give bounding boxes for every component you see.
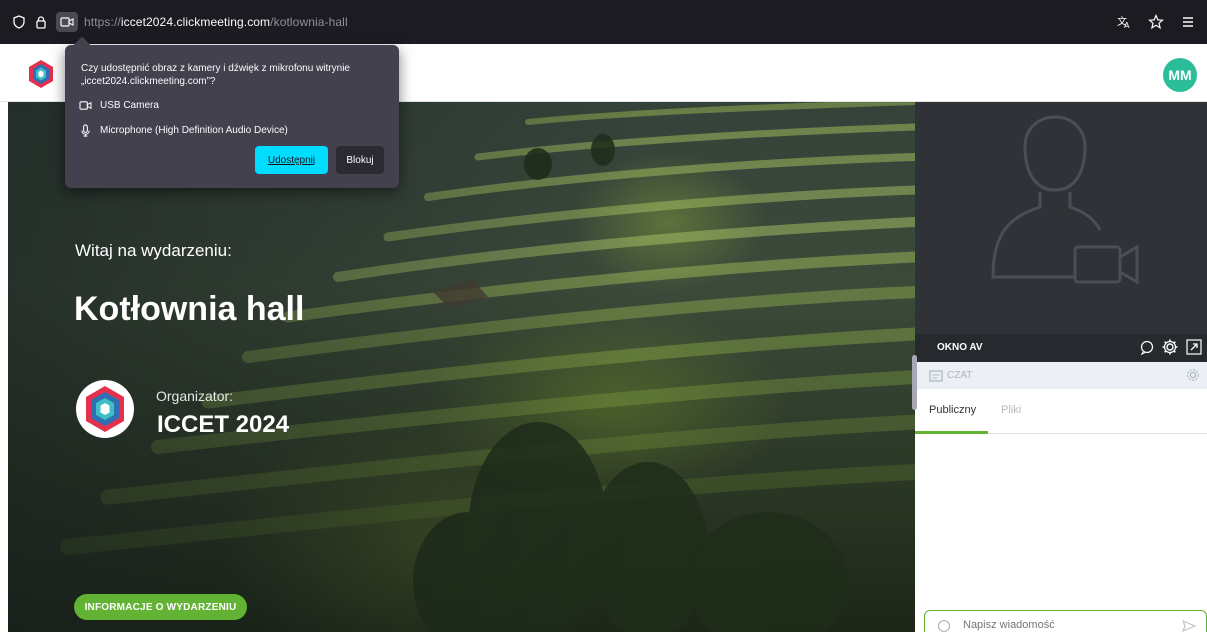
active-tab-indicator [915,431,988,434]
toolbar-right-icons: 文A [1113,11,1199,33]
chat-icon [929,370,943,382]
hamburger-menu-icon[interactable] [1177,11,1199,33]
organizer-name: ICCET 2024 [157,411,290,438]
right-panel: OKNO AV CZAT Publiczny Pliki [915,102,1207,632]
av-window-label: OKNO AV [937,342,983,353]
chat-header: CZAT [915,362,1207,389]
gear-icon[interactable] [1161,338,1179,356]
organizer-logo-icon [76,380,134,438]
microphone-icon [81,124,90,137]
speech-bubble-icon[interactable] [1139,338,1155,356]
chat-tabs: Publiczny Pliki [915,389,1207,434]
block-button[interactable]: Blokuj [336,146,384,174]
chat-message-box[interactable] [924,610,1207,632]
app-window: https://iccet2024.clickmeeting.com/kotlo… [0,0,1207,632]
share-button[interactable]: Udostępnij [255,146,328,174]
chat-header-label: CZAT [947,370,973,381]
camera-icon [79,101,92,110]
event-title: Kotłownia hall [74,290,305,328]
tab-public[interactable]: Publiczny [929,404,976,416]
send-icon[interactable] [1182,619,1196,632]
chat-settings-gear-icon[interactable] [1185,367,1201,383]
permission-question: Czy udostępnić obraz z kamery i dźwięk z… [81,63,350,87]
url-text[interactable]: https://iccet2024.clickmeeting.com/kotlo… [84,15,348,29]
browser-toolbar: https://iccet2024.clickmeeting.com/kotlo… [0,0,1207,44]
camera-permission-row[interactable]: USB Camera [79,100,159,111]
lock-icon[interactable] [30,11,52,33]
welcome-text: Witaj na wydarzeniu: [75,241,232,260]
bookmark-star-icon[interactable] [1145,11,1167,33]
pop-out-window-icon[interactable] [1185,338,1203,356]
user-avatar[interactable]: MM [1163,58,1197,92]
user-camera-placeholder-icon [991,115,1139,285]
chat-message-input[interactable] [963,619,1173,631]
microphone-label: Microphone (High Definition Audio Device… [100,125,288,136]
panel-scrollbar[interactable] [912,355,917,410]
shield-icon[interactable] [8,11,30,33]
camera-label: USB Camera [100,100,159,111]
emoji-icon[interactable] [937,619,951,632]
url-bar[interactable]: https://iccet2024.clickmeeting.com/kotlo… [8,10,1200,34]
organizer-label: Organizator: [156,388,234,404]
av-window-icons [1139,338,1203,356]
microphone-permission-row[interactable]: Microphone (High Definition Audio Device… [79,124,288,137]
translate-icon[interactable]: 文A [1113,11,1135,33]
permission-popup: Czy udostępnić obraz z kamery i dźwięk z… [65,36,399,188]
camera-permission-icon[interactable] [56,12,78,32]
tab-files[interactable]: Pliki [1001,404,1021,416]
iccet-logo-icon [29,60,53,88]
av-video-area [915,102,1207,334]
av-window-bar: OKNO AV [915,334,1207,362]
event-info-button[interactable]: INFORMACJE O WYDARZENIU [74,594,247,620]
svg-text:A: A [1124,21,1130,30]
